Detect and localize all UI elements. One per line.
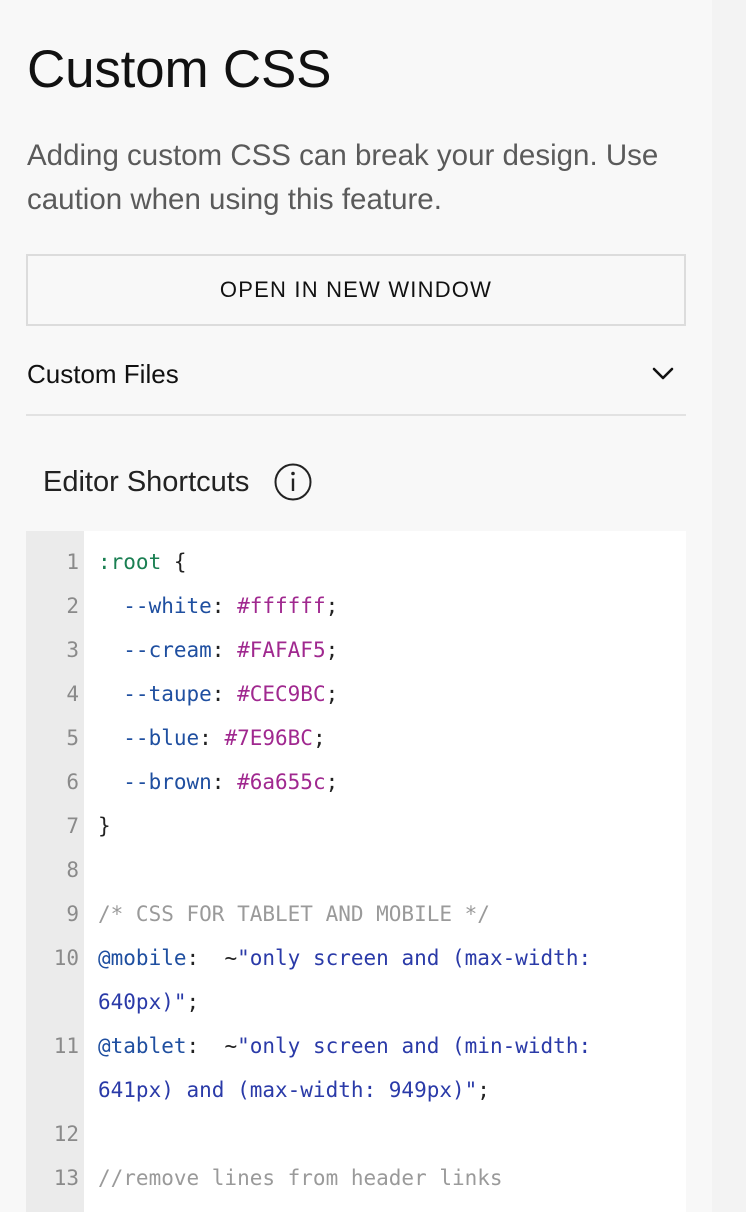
code-text: --blue: #7E96BC; [98, 716, 326, 760]
open-in-new-window-button[interactable]: OPEN IN NEW WINDOW [26, 254, 686, 326]
code-text: :root { [98, 540, 187, 584]
code-token: --white [98, 594, 212, 618]
code-token: --taupe [98, 682, 212, 706]
code-token: ; [325, 770, 339, 794]
code-token: --blue [98, 726, 200, 750]
code-token: : [199, 726, 225, 750]
custom-files-label: Custom Files [27, 358, 179, 389]
line-number: 8 [66, 858, 79, 882]
editor-shortcuts-label: Editor Shortcuts [43, 465, 250, 498]
warning-description: Adding custom CSS can break your design.… [27, 139, 659, 216]
code-token: --brown [98, 770, 212, 794]
line-number: 7 [66, 814, 79, 838]
code-text: --taupe: #CEC9BC; [98, 672, 338, 716]
code-line[interactable]: 4 --taupe: #CEC9BC; [26, 672, 686, 716]
code-token: : [211, 638, 238, 662]
line-number: 1 [66, 550, 79, 574]
code-token: 640px)" [98, 990, 187, 1014]
line-number: 6 [66, 770, 79, 794]
code-line[interactable]: 6 --brown: #6a655c; [26, 760, 686, 804]
code-line[interactable]: 640px)"; [26, 980, 686, 1024]
editor-shortcuts: Editor Shortcuts [43, 462, 313, 502]
code-text: --white: #ffffff; [98, 584, 338, 628]
code-token: ; [325, 594, 339, 618]
code-line[interactable]: 8 [26, 848, 686, 892]
code-text: } [98, 804, 111, 848]
code-token: : ~ [186, 946, 238, 970]
code-line[interactable]: 3 --cream: #FAFAF5; [26, 628, 686, 672]
code-line[interactable]: 10 @mobile: ~"only screen and (max-width: [26, 936, 686, 980]
code-token: ; [325, 682, 339, 706]
line-number: 3 [66, 638, 79, 662]
code-text: @mobile: ~"only screen and (max-width: [98, 936, 591, 980]
code-token: #6a655c [237, 770, 326, 794]
code-line[interactable]: 5 --blue: #7E96BC; [26, 716, 686, 760]
scrollbar-track[interactable] [712, 0, 746, 1212]
custom-files-dropdown[interactable]: Custom Files [26, 334, 686, 416]
code-token: --cream [98, 638, 212, 662]
line-number: 4 [66, 682, 79, 706]
code-text: 641px) and (max-width: 949px)"; [98, 1068, 490, 1112]
code-token: :root [98, 550, 162, 574]
code-token: ; [325, 638, 339, 662]
code-line[interactable]: 641px) and (max-width: 949px)"; [26, 1068, 686, 1112]
code-token: : [211, 682, 238, 706]
code-token: ; [312, 726, 326, 750]
code-token: @tablet [98, 1034, 187, 1058]
line-number: 10 [53, 946, 79, 970]
line-number: 2 [66, 594, 79, 618]
code-token: #ffffff [237, 594, 326, 618]
code-token: 641px) and (max-width: 949px)" [98, 1078, 478, 1102]
code-token: "only screen and (min-width: [237, 1034, 592, 1058]
code-text: //remove lines from header links [98, 1156, 503, 1200]
code-token: ; [477, 1078, 490, 1102]
line-number: 9 [66, 902, 79, 926]
info-icon[interactable] [273, 462, 313, 502]
custom-css-panel: Custom CSS Adding custom CSS can break y… [0, 0, 712, 1212]
code-token: #7E96BC [224, 726, 313, 750]
line-number: 5 [66, 726, 79, 750]
code-line[interactable]: 2 --white: #ffffff; [26, 584, 686, 628]
line-number: 12 [53, 1122, 79, 1146]
code-text: --cream: #FAFAF5; [98, 628, 338, 672]
line-number: 11 [53, 1034, 79, 1058]
code-token: #FAFAF5 [237, 638, 326, 662]
code-token: : [211, 594, 238, 618]
code-line[interactable]: 7} [26, 804, 686, 848]
code-line[interactable]: 9 /* CSS FOR TABLET AND MOBILE */ [26, 892, 686, 936]
line-number: 13 [53, 1166, 79, 1190]
code-line[interactable]: 13 //remove lines from header links [26, 1156, 686, 1200]
code-text: @tablet: ~"only screen and (min-width: [98, 1024, 591, 1068]
code-token: : ~ [186, 1034, 238, 1058]
code-token: #CEC9BC [237, 682, 326, 706]
code-line[interactable]: 11 @tablet: ~"only screen and (min-width: [26, 1024, 686, 1068]
code-token: /* CSS FOR TABLET AND MOBILE */ [98, 902, 490, 926]
code-token: //remove lines from header links [98, 1166, 503, 1190]
page-title: Custom CSS [27, 40, 332, 99]
code-token: ; [186, 990, 200, 1014]
code-token: : [211, 770, 238, 794]
code-token: { [161, 550, 187, 574]
code-token: "only screen and (max-width: [237, 946, 592, 970]
code-line[interactable]: 1 :root { [26, 540, 686, 584]
css-code-editor[interactable]: 1:root {2 --white: #ffffff; 3 --cream: #F… [26, 531, 686, 1212]
code-line[interactable]: 12 [26, 1112, 686, 1156]
code-token: @mobile [98, 946, 187, 970]
code-text: /* CSS FOR TABLET AND MOBILE */ [98, 892, 490, 936]
code-text: 640px)"; [98, 980, 199, 1024]
code-text: --brown: #6a655c; [98, 760, 338, 804]
chevron-down-icon[interactable] [650, 361, 676, 387]
code-token: } [98, 814, 111, 838]
